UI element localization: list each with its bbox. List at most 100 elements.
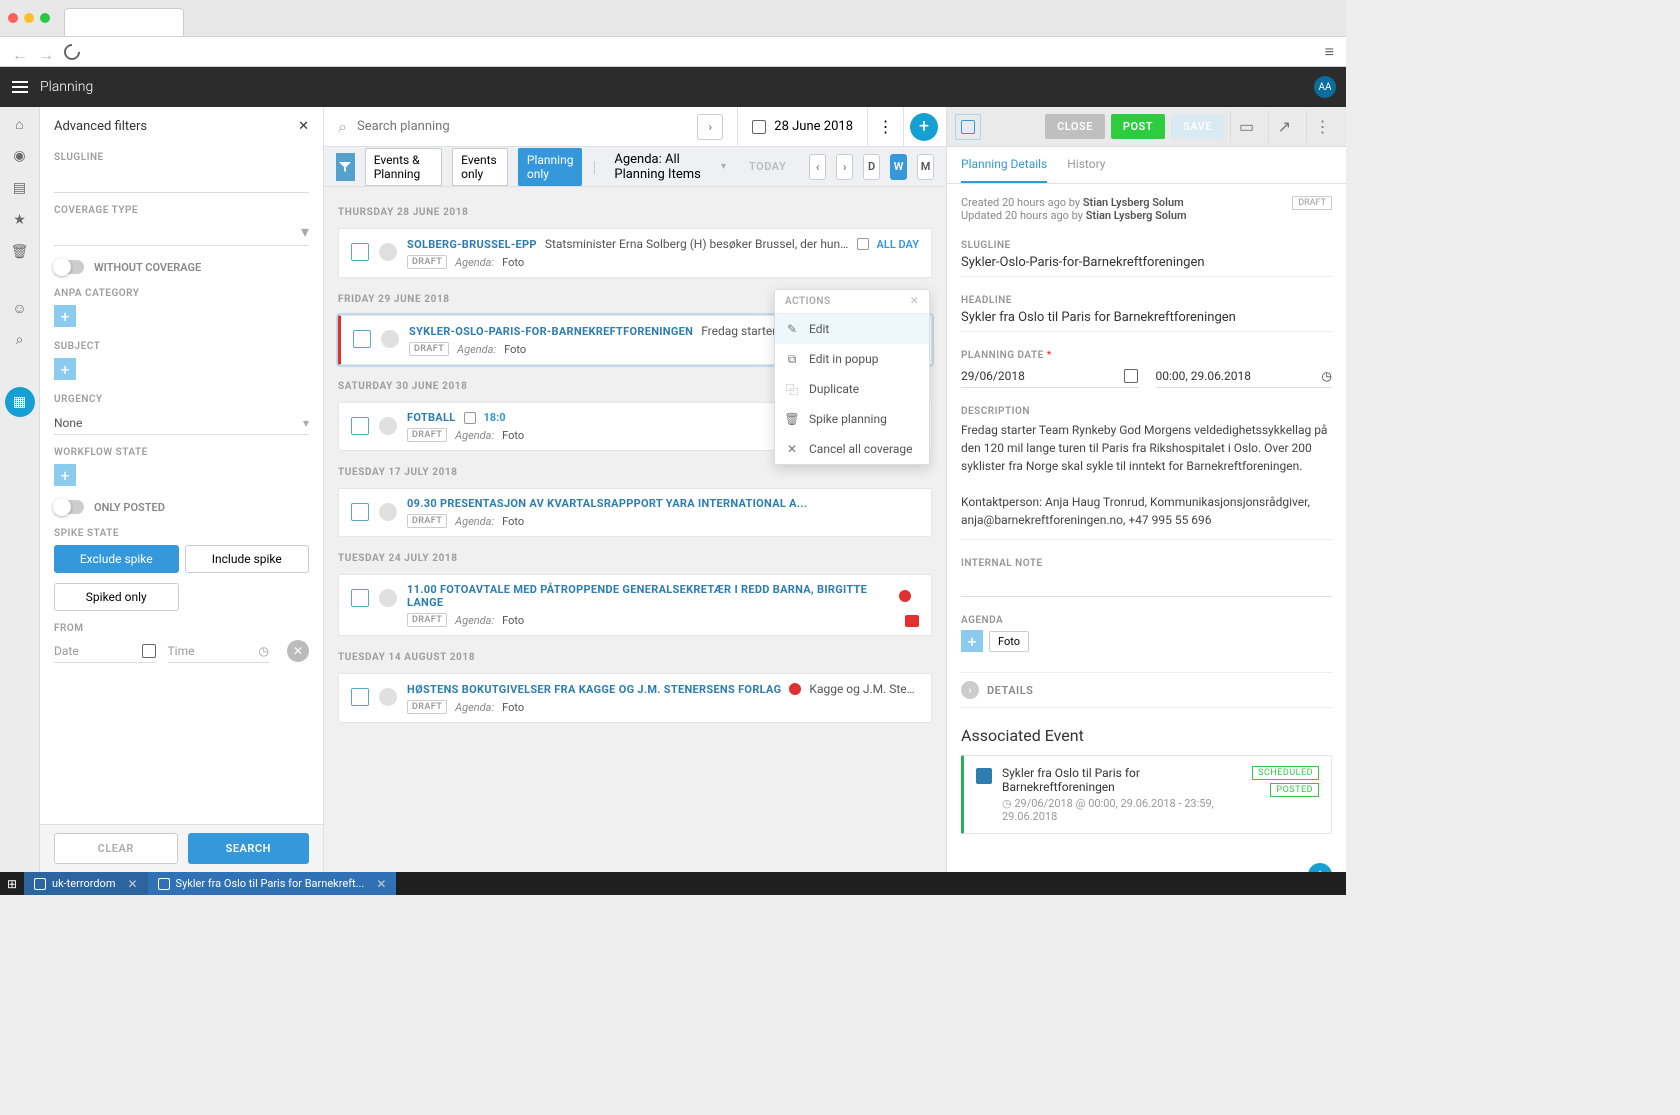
search-settings-icon[interactable]: ⌕ xyxy=(11,331,29,349)
search-input[interactable] xyxy=(357,119,687,134)
funnel-icon xyxy=(338,160,352,174)
detail-more-button[interactable]: ⋮ xyxy=(1306,111,1338,143)
agenda-label: Agenda: xyxy=(455,701,494,714)
planning-card[interactable]: HØSTENS BOKUTGIVELSER FRA KAGGE OG J.M. … xyxy=(338,673,932,723)
planning-time-input[interactable]: 00:00, 29.06.2018◷ xyxy=(1156,365,1333,388)
slugline-value[interactable]: Sykler-Oslo-Paris-for-Barnekreftforening… xyxy=(961,255,1332,277)
add-subject-button[interactable]: + xyxy=(54,358,76,380)
card-slug: 09.30 PRESENTASJON AV KVARTALSRAPPPORT Y… xyxy=(407,497,807,510)
from-date-input[interactable]: Date xyxy=(54,640,156,663)
agenda-value: Foto xyxy=(502,256,524,269)
coverage-type-select[interactable]: ▾ xyxy=(54,222,309,246)
user-search-icon[interactable]: ☺ xyxy=(11,299,29,317)
workspace-tab[interactable]: Sykler fra Oslo til Paris for Barnekreft… xyxy=(148,872,397,895)
action-spike[interactable]: 🗑Spike planning xyxy=(775,404,929,434)
clear-filters-button[interactable]: CLEAR xyxy=(54,833,178,864)
browser-tab[interactable] xyxy=(64,8,184,36)
browser-back-icon[interactable]: ← xyxy=(12,45,26,59)
close-filters-icon[interactable]: ✕ xyxy=(298,119,309,134)
planning-card[interactable]: 09.30 PRESENTASJON AV KVARTALSRAPPPORT Y… xyxy=(338,488,932,537)
spiked-only-button[interactable]: Spiked only xyxy=(54,583,179,611)
status-dot-icon xyxy=(379,589,397,607)
filter-toggle-button[interactable] xyxy=(336,153,355,181)
add-coverage-button[interactable]: + xyxy=(1308,863,1332,873)
today-button[interactable]: TODAY xyxy=(736,154,799,179)
exclude-spike-button[interactable]: Exclude spike xyxy=(54,545,179,573)
browser-forward-icon[interactable]: → xyxy=(38,45,52,59)
search-filters-button[interactable]: SEARCH xyxy=(188,833,310,864)
agenda-value: Foto xyxy=(502,515,524,528)
star-icon[interactable]: ★ xyxy=(11,211,29,229)
browser-menu-icon[interactable]: ≡ xyxy=(1325,42,1334,62)
agenda-label: Agenda: xyxy=(455,614,494,627)
action-cancel-coverage[interactable]: ✕Cancel all coverage xyxy=(775,434,929,464)
agenda-selector[interactable]: Agenda: All Planning Items xyxy=(614,152,711,182)
headline-value[interactable]: Sykler fra Oslo til Paris for Barnekreft… xyxy=(961,310,1332,332)
agenda-chip[interactable]: Foto xyxy=(989,631,1029,652)
from-time-input[interactable]: Time◷ xyxy=(168,640,270,663)
planning-card[interactable]: 11.00 FOTOAVTALE MED PÅTROPPENDE GENERAL… xyxy=(338,574,932,636)
user-avatar[interactable]: AA xyxy=(1314,76,1336,98)
search-submit-button[interactable]: › xyxy=(697,114,723,140)
internal-note-input[interactable] xyxy=(961,573,1332,597)
actions-menu-close-icon[interactable]: ✕ xyxy=(910,296,919,307)
events-only-button[interactable]: Events only xyxy=(452,148,508,186)
close-tab-icon[interactable]: ✕ xyxy=(376,877,386,891)
action-edit-popup[interactable]: ⧉Edit in popup xyxy=(775,344,929,374)
current-date[interactable]: 28 June 2018 xyxy=(774,119,853,134)
reload-icon[interactable] xyxy=(61,40,84,63)
eye-icon[interactable]: ◉ xyxy=(11,147,29,165)
all-day-label: ALL DAY xyxy=(877,238,919,251)
close-window-icon[interactable] xyxy=(8,13,18,23)
details-expand[interactable]: › DETAILS xyxy=(961,672,1332,708)
workspace-tab[interactable]: uk-terrordom✕ xyxy=(24,872,148,895)
workflow-state-label: WORKFLOW STATE xyxy=(54,447,309,458)
save-button[interactable]: SAVE xyxy=(1171,114,1224,139)
maximize-window-icon[interactable] xyxy=(40,13,50,23)
events-and-planning-button[interactable]: Events & Planning xyxy=(365,148,442,186)
urgency-select[interactable]: None▾ xyxy=(54,411,309,435)
minimize-window-icon[interactable] xyxy=(24,13,34,23)
clear-date-button[interactable]: ✕ xyxy=(287,640,309,662)
close-tab-icon[interactable]: ✕ xyxy=(127,877,137,891)
add-workflow-state-button[interactable]: + xyxy=(54,464,76,486)
open-external-button[interactable]: ↗ xyxy=(1268,111,1300,143)
slugline-filter-input[interactable] xyxy=(54,169,309,193)
clipboard-icon[interactable]: ▤ xyxy=(11,179,29,197)
month-range-button[interactable]: M xyxy=(917,154,934,180)
planning-only-button[interactable]: Planning only xyxy=(518,148,583,186)
associated-event-card[interactable]: Sykler fra Oslo til Paris for Barnekreft… xyxy=(961,755,1332,834)
only-posted-toggle[interactable] xyxy=(54,500,84,514)
day-range-button[interactable]: D xyxy=(863,154,880,180)
week-range-button[interactable]: W xyxy=(890,154,907,180)
next-period-button[interactable]: › xyxy=(836,154,853,180)
tab-planning-details[interactable]: Planning Details xyxy=(961,147,1047,183)
date-heading: TUESDAY 24 JULY 2018 xyxy=(338,553,932,564)
status-badge: DRAFT xyxy=(407,700,447,714)
add-agenda-button[interactable]: + xyxy=(961,630,983,652)
prev-period-button[interactable]: ‹ xyxy=(809,154,826,180)
workspace-grid-icon[interactable]: ⊞ xyxy=(0,877,24,891)
post-button[interactable]: POST xyxy=(1111,114,1165,139)
more-options-button[interactable]: ⋮ xyxy=(868,107,904,146)
layout-toggle-button[interactable]: ▭ xyxy=(1230,111,1262,143)
trash-icon[interactable]: 🗑 xyxy=(11,243,29,261)
calendar-nav-icon[interactable]: ▦ xyxy=(5,387,35,417)
without-coverage-toggle[interactable] xyxy=(54,260,84,274)
doc-icon xyxy=(34,878,46,890)
action-duplicate[interactable]: ⿻Duplicate xyxy=(775,374,929,404)
include-spike-button[interactable]: Include spike xyxy=(185,545,310,573)
add-planning-button[interactable]: + xyxy=(910,113,938,141)
card-description: Statsminister Erna Solberg (H) besøker B… xyxy=(545,237,849,251)
planning-type-icon xyxy=(351,503,369,521)
action-edit[interactable]: ✎Edit xyxy=(775,314,929,344)
top-toolbar: ⌕ › 28 June 2018 ⋮ + xyxy=(324,107,946,147)
tab-history[interactable]: History xyxy=(1067,147,1105,183)
home-icon[interactable]: ⌂ xyxy=(11,115,29,133)
menu-button[interactable] xyxy=(0,67,40,107)
planning-card[interactable]: SOLBERG-BRUSSEL-EPPStatsminister Erna So… xyxy=(338,228,932,278)
close-button[interactable]: CLOSE xyxy=(1045,114,1105,139)
planning-date-input[interactable]: 29/06/2018 xyxy=(961,365,1138,388)
description-value[interactable]: Fredag starter Team Rynkeby God Morgens … xyxy=(961,421,1332,540)
add-anpa-category-button[interactable]: + xyxy=(54,305,76,327)
